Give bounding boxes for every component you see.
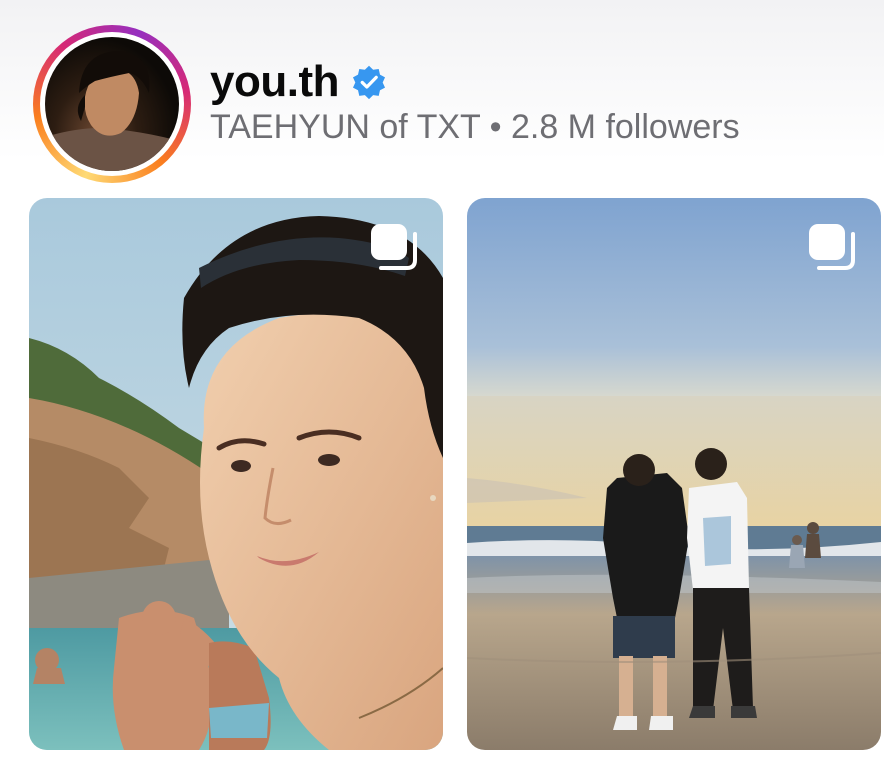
avatar-frame bbox=[40, 32, 184, 176]
multiple-photos-icon bbox=[371, 224, 417, 270]
post-thumbnail-2[interactable] bbox=[467, 198, 881, 750]
multiple-photos-icon bbox=[809, 224, 855, 270]
profile-header: you.th TAEHYUN of TXT • 2.8 M followers bbox=[0, 0, 884, 190]
story-ring[interactable] bbox=[33, 25, 191, 183]
avatar-photo bbox=[45, 51, 179, 171]
username-row: you.th bbox=[210, 57, 387, 107]
avatar[interactable] bbox=[45, 37, 179, 171]
username[interactable]: you.th bbox=[210, 57, 339, 107]
profile-subtitle: TAEHYUN of TXT • 2.8 M followers bbox=[210, 108, 740, 146]
post-photo-cove bbox=[29, 198, 443, 750]
post-photo-beach bbox=[467, 198, 881, 750]
post-thumbnail-1[interactable] bbox=[29, 198, 443, 750]
verified-badge-icon bbox=[352, 65, 386, 100]
